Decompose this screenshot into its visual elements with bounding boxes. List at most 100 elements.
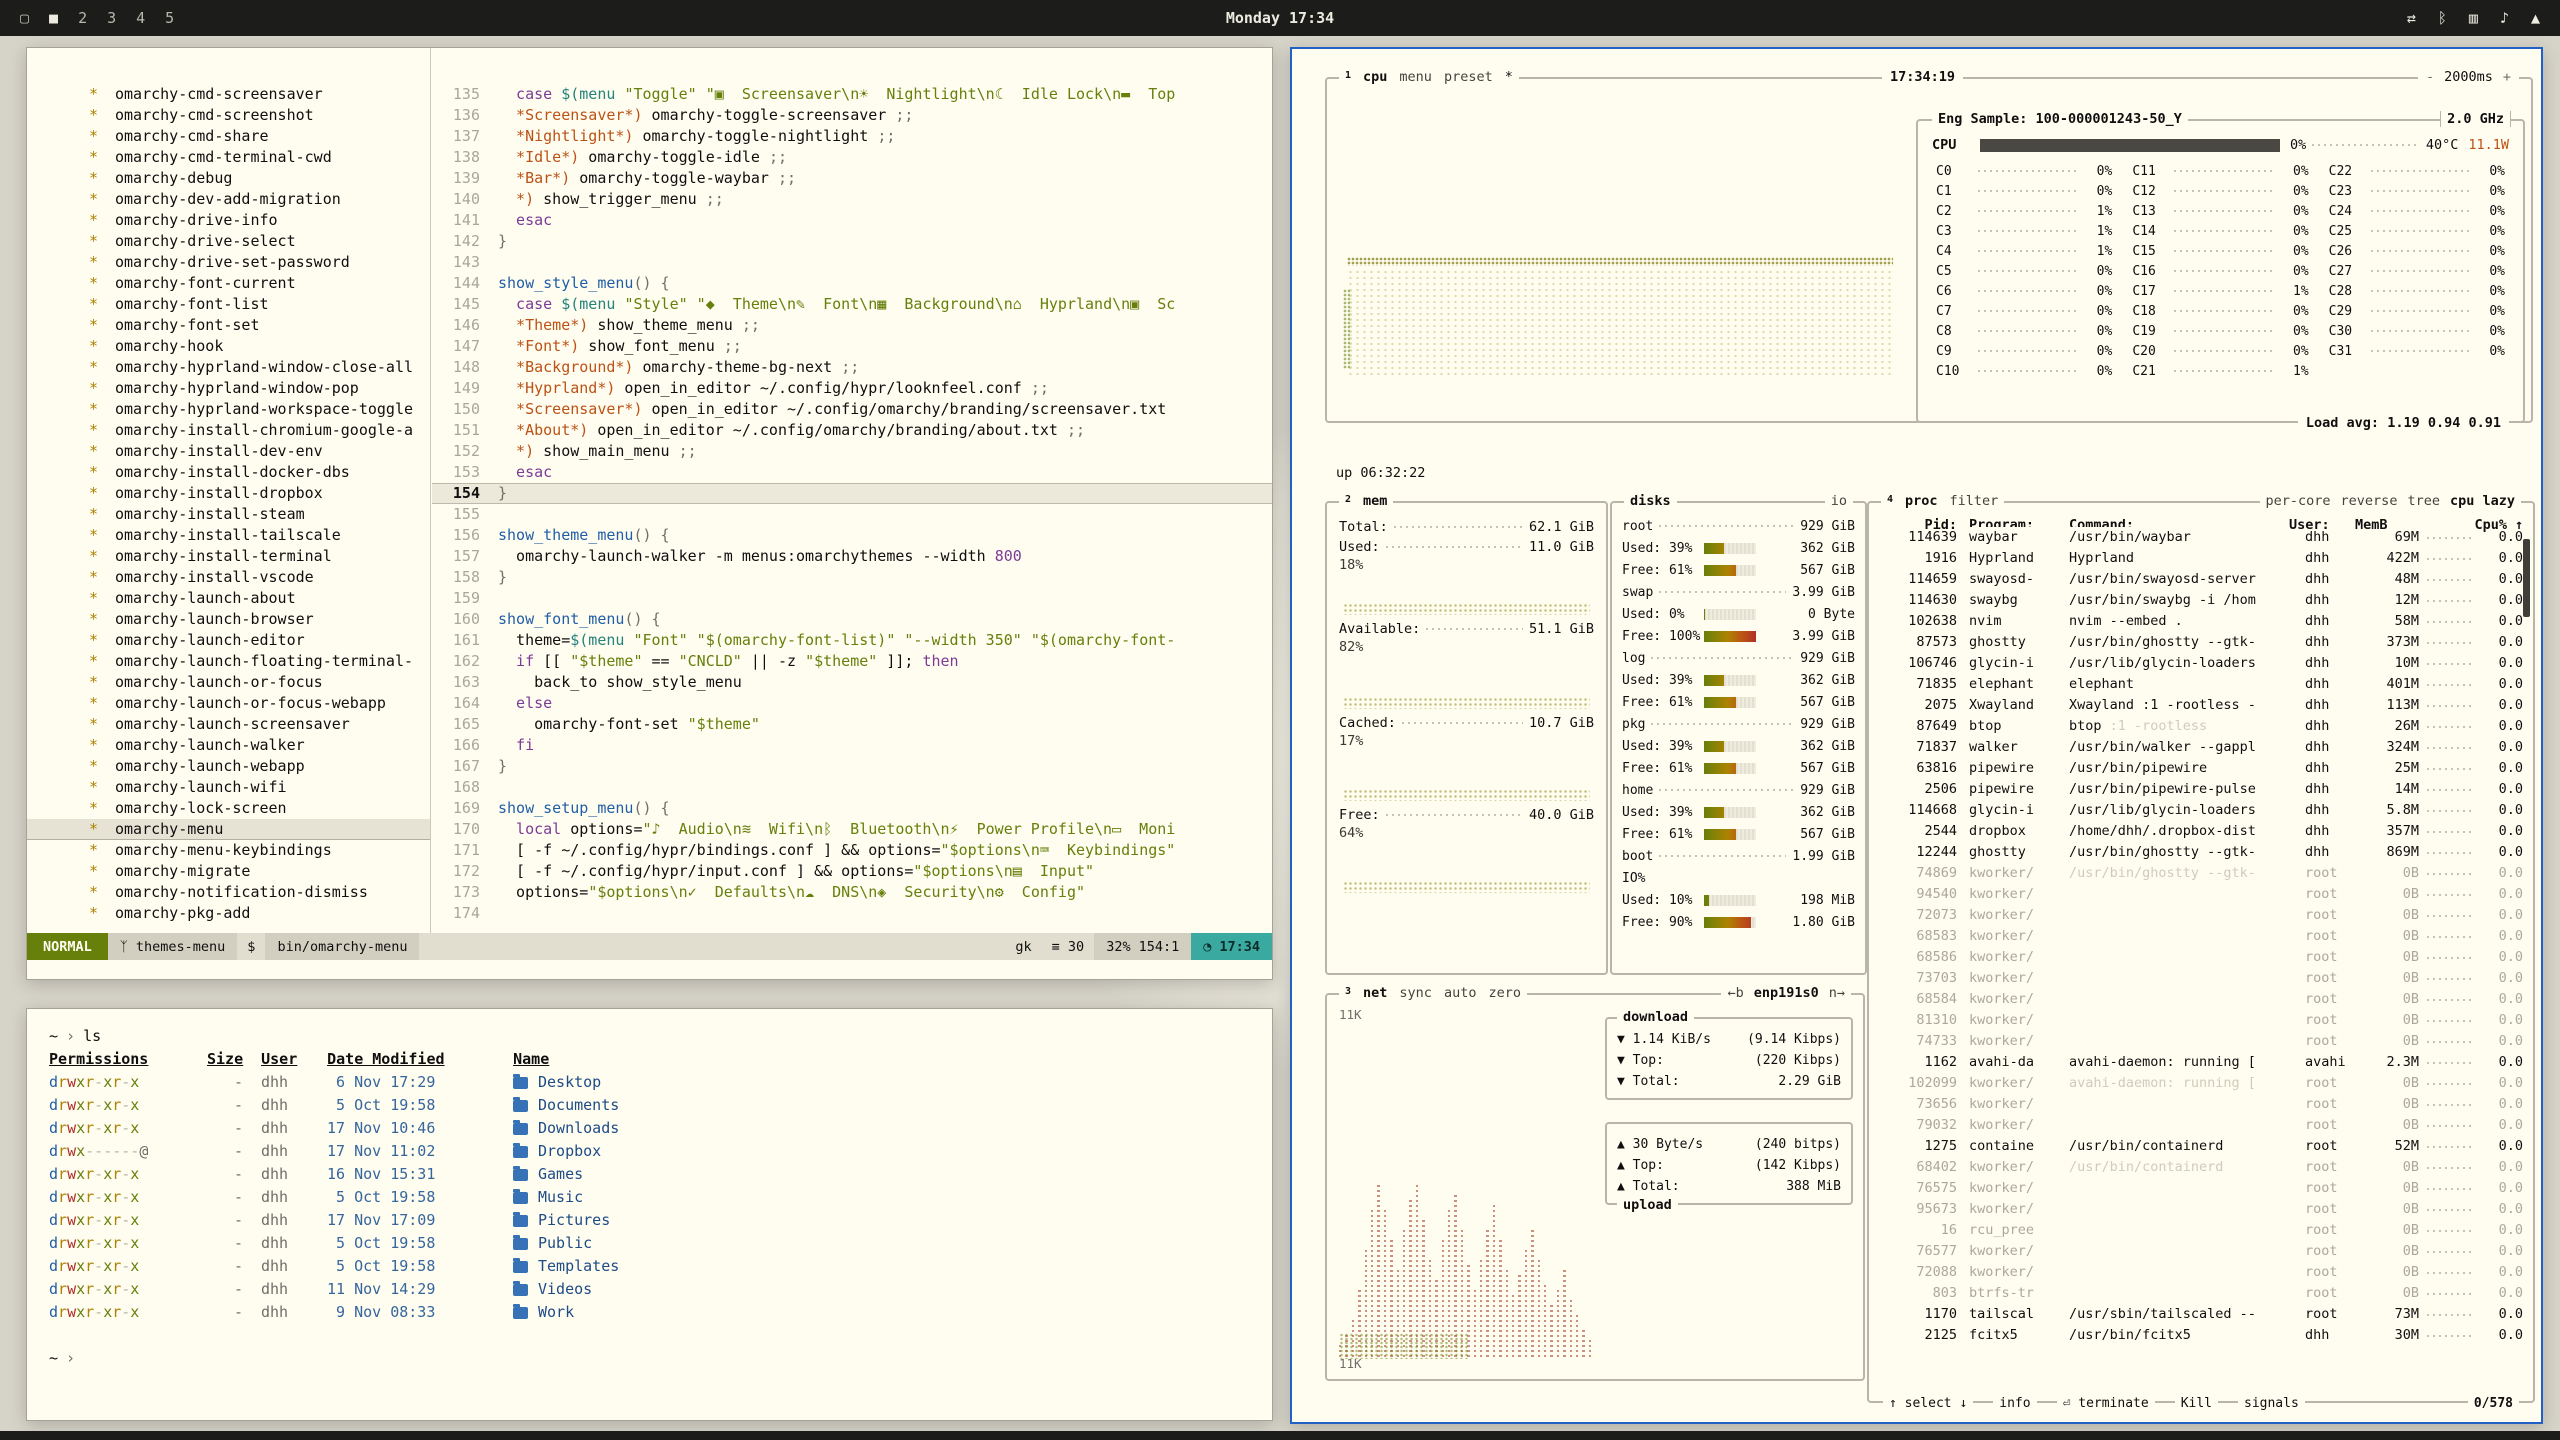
process-row[interactable]: 2506pipewire/usr/bin/pipewire-pulsedhh14…	[1869, 779, 2533, 800]
code-line[interactable]: 157 omarchy-launch-walker -m menus:omarc…	[432, 546, 1272, 567]
process-row[interactable]: 74869kworker//usr/bin/ghostty --gtk-root…	[1869, 863, 2533, 884]
file-list-item[interactable]: *omarchy-install-docker-dbs	[27, 462, 430, 483]
file-list-item[interactable]: *omarchy-install-steam	[27, 504, 430, 525]
file-list-item[interactable]: *omarchy-hyprland-workspace-toggle	[27, 399, 430, 420]
code-line[interactable]: 169show_setup_menu() {	[432, 798, 1272, 819]
terminate-button[interactable]: ⏎ terminate	[2057, 1396, 2155, 1411]
code-line[interactable]: 163 back_to show_style_menu	[432, 672, 1272, 693]
code-line[interactable]: 137 *Nightlight*) omarchy-toggle-nightli…	[432, 126, 1272, 147]
code-line[interactable]: 168	[432, 777, 1272, 798]
file-list-item[interactable]: *omarchy-drive-info	[27, 210, 430, 231]
file-list-item[interactable]: *omarchy-install-dropbox	[27, 483, 430, 504]
interval-plus-button[interactable]: +	[2503, 69, 2511, 85]
process-row[interactable]: 68586kworker/root0B0.0	[1869, 947, 2533, 968]
code-line[interactable]: 135 case $(menu "Toggle" "▣ Screensaver\…	[432, 84, 1272, 105]
workspace-4[interactable]: 4	[136, 9, 145, 27]
process-row[interactable]: 79032kworker/root0B0.0	[1869, 1115, 2533, 1136]
code-line[interactable]: 141 esac	[432, 210, 1272, 231]
code-line[interactable]: 152 *) show_main_menu ;;	[432, 441, 1272, 462]
code-line[interactable]: 149 *Hyprland*) open_in_editor ~/.config…	[432, 378, 1272, 399]
file-list-item[interactable]: *omarchy-cmd-screensaver	[27, 84, 430, 105]
process-row[interactable]: 2075XwaylandXwayland :1 -rootless -dhh11…	[1869, 695, 2533, 716]
code-line[interactable]: 144show_style_menu() {	[432, 273, 1272, 294]
code-line[interactable]: 160show_font_menu() {	[432, 609, 1272, 630]
file-list-item[interactable]: *omarchy-hook	[27, 336, 430, 357]
code-panel[interactable]: 135 case $(menu "Toggle" "▣ Screensaver\…	[432, 48, 1272, 933]
code-line[interactable]: 164 else	[432, 693, 1272, 714]
process-row[interactable]: 114659swayosd-/usr/bin/swayosd-serverdhh…	[1869, 569, 2533, 590]
file-list-item[interactable]: *omarchy-launch-or-focus-webapp	[27, 693, 430, 714]
process-row[interactable]: 73703kworker/root0B0.0	[1869, 968, 2533, 989]
workspace-active[interactable]: ■	[49, 9, 58, 27]
file-list-item[interactable]: *omarchy-launch-browser	[27, 609, 430, 630]
code-line[interactable]: 174	[432, 903, 1272, 924]
file-list-item[interactable]: *omarchy-install-chromium-google-a	[27, 420, 430, 441]
code-line[interactable]: 162 if [[ "$theme" == "CNCLD" || -z "$th…	[432, 651, 1272, 672]
reverse-button[interactable]: reverse	[2341, 493, 2398, 509]
code-line[interactable]: 156show_theme_menu() {	[432, 525, 1272, 546]
process-row[interactable]: 87573ghostty/usr/bin/ghostty --gtk-dhh37…	[1869, 632, 2533, 653]
file-list-item[interactable]: *omarchy-launch-editor	[27, 630, 430, 651]
code-line[interactable]: 171 [ -f ~/.config/hypr/bindings.conf ] …	[432, 840, 1272, 861]
file-list-item[interactable]: *omarchy-pkg-add	[27, 903, 430, 924]
process-row[interactable]: 68584kworker/root0B0.0	[1869, 989, 2533, 1010]
net-prev-iface-button[interactable]: ←b	[1727, 985, 1743, 1001]
process-row[interactable]: 95673kworker/root0B0.0	[1869, 1199, 2533, 1220]
file-list-item[interactable]: *omarchy-cmd-terminal-cwd	[27, 147, 430, 168]
menu-button[interactable]: menu	[1399, 69, 1432, 85]
file-list-item[interactable]: *omarchy-dev-add-migration	[27, 189, 430, 210]
per-core-button[interactable]: per-core	[2266, 493, 2331, 509]
process-row[interactable]: 1916HyprlandHyprlanddhh422M0.0	[1869, 548, 2533, 569]
file-list-item[interactable]: *omarchy-launch-or-focus	[27, 672, 430, 693]
net-sync-button[interactable]: sync	[1399, 985, 1432, 1001]
filter-button[interactable]: filter	[1950, 493, 1999, 509]
process-row[interactable]: 1275containe/usr/bin/containerdroot52M0.…	[1869, 1136, 2533, 1157]
process-row[interactable]: 2544dropbox/home/dhh/.dropbox-distdhh357…	[1869, 821, 2533, 842]
process-row[interactable]: 102099kworker/avahi-daemon: running [roo…	[1869, 1073, 2533, 1094]
file-list-item[interactable]: *omarchy-notification-dismiss	[27, 882, 430, 903]
process-row[interactable]: 102638nvimnvim --embed .dhh58M0.0	[1869, 611, 2533, 632]
process-row[interactable]: 68583kworker/root0B0.0	[1869, 926, 2533, 947]
code-line[interactable]: 148 *Background*) omarchy-theme-bg-next …	[432, 357, 1272, 378]
code-line[interactable]: 150 *Screensaver*) open_in_editor ~/.con…	[432, 399, 1272, 420]
file-list-item[interactable]: *omarchy-drive-set-password	[27, 252, 430, 273]
file-list-item[interactable]: *omarchy-hyprland-window-close-all	[27, 357, 430, 378]
net-zero-button[interactable]: zero	[1488, 985, 1521, 1001]
editor-window[interactable]: *omarchy-cmd-screensaver*omarchy-cmd-scr…	[26, 47, 1273, 980]
process-row[interactable]: 2125fcitx5/usr/bin/fcitx5dhh30M0.0	[1869, 1325, 2533, 1346]
file-list-item[interactable]: *omarchy-install-terminal	[27, 546, 430, 567]
process-row[interactable]: 94540kworker/root0B0.0	[1869, 884, 2533, 905]
code-line[interactable]: 155	[432, 504, 1272, 525]
network-icon[interactable]: ▲	[2531, 9, 2540, 27]
code-line[interactable]: 161 theme=$(menu "Font" "$(omarchy-font-…	[432, 630, 1272, 651]
process-row[interactable]: 71837walker/usr/bin/walker --gappldhh324…	[1869, 737, 2533, 758]
file-list-item[interactable]: *omarchy-drive-select	[27, 231, 430, 252]
code-line[interactable]: 147 *Font*) show_font_menu ;;	[432, 336, 1272, 357]
process-row[interactable]: 114639waybar/usr/bin/waybardhh69M0.0	[1869, 527, 2533, 548]
file-list-item[interactable]: *omarchy-launch-walker	[27, 735, 430, 756]
file-list-item[interactable]: *omarchy-lock-screen	[27, 798, 430, 819]
code-line[interactable]: 136 *Screensaver*) omarchy-toggle-screen…	[432, 105, 1272, 126]
file-list-item[interactable]: *omarchy-install-vscode	[27, 567, 430, 588]
process-row[interactable]: 76577kworker/root0B0.0	[1869, 1241, 2533, 1262]
net-auto-button[interactable]: auto	[1444, 985, 1477, 1001]
code-line[interactable]: 139 *Bar*) omarchy-toggle-waybar ;;	[432, 168, 1272, 189]
volume-icon[interactable]: ♪	[2500, 9, 2509, 27]
code-line[interactable]: 167}	[432, 756, 1272, 777]
code-line[interactable]: 166 fi	[432, 735, 1272, 756]
process-row[interactable]: 76575kworker/root0B0.0	[1869, 1178, 2533, 1199]
process-row[interactable]: 72088kworker/root0B0.0	[1869, 1262, 2533, 1283]
file-list-item[interactable]: *omarchy-migrate	[27, 861, 430, 882]
scroll-up-icon[interactable]: ↑	[2507, 513, 2523, 527]
process-row[interactable]: 114630swaybg/usr/bin/swaybg -i /homdhh12…	[1869, 590, 2533, 611]
file-list-item[interactable]: *omarchy-menu	[27, 819, 430, 840]
signals-button[interactable]: signals	[2238, 1396, 2305, 1411]
code-line[interactable]: 146 *Theme*) show_theme_menu ;;	[432, 315, 1272, 336]
file-explorer-panel[interactable]: *omarchy-cmd-screensaver*omarchy-cmd-scr…	[27, 48, 431, 933]
file-list-item[interactable]: *omarchy-launch-wifi	[27, 777, 430, 798]
file-list-item[interactable]: *omarchy-launch-screensaver	[27, 714, 430, 735]
code-line[interactable]: 158}	[432, 567, 1272, 588]
code-line[interactable]: 143	[432, 252, 1272, 273]
io-mode-button[interactable]: io	[1831, 493, 1847, 509]
file-list-item[interactable]: *omarchy-install-tailscale	[27, 525, 430, 546]
